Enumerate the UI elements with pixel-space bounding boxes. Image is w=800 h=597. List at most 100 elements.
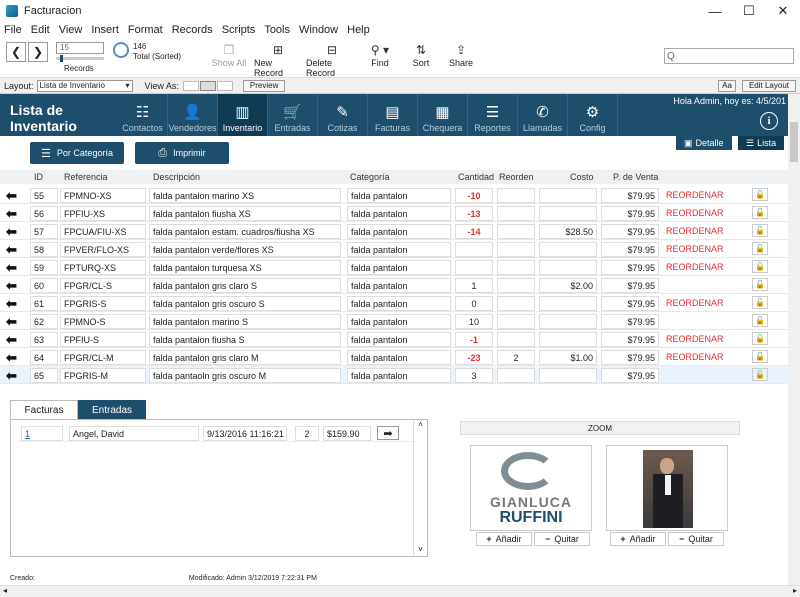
cell-qty[interactable]	[455, 242, 493, 257]
maximize-button[interactable]: ☐	[732, 0, 766, 22]
imprimir-button[interactable]: ⎙ Imprimir	[135, 142, 229, 164]
cell-costo[interactable]	[539, 368, 597, 383]
cell-precio[interactable]: $79.95	[601, 278, 659, 293]
nav-cotizas[interactable]: ✎ Cotizas	[318, 94, 368, 136]
cell-cat[interactable]: falda pantalon	[347, 224, 451, 239]
cell-ref[interactable]: FPGRIS-M	[60, 368, 146, 383]
search-input[interactable]: Q	[664, 48, 794, 64]
cell-qty[interactable]: -14	[455, 224, 493, 239]
preview-button[interactable]: Preview	[242, 79, 286, 92]
cell-precio[interactable]: $79.95	[601, 314, 659, 329]
new-record-button[interactable]: ⊞ New Record	[254, 42, 302, 78]
cell-costo[interactable]	[539, 188, 597, 203]
cell-reorden[interactable]	[497, 206, 535, 221]
scroll-thumb[interactable]	[790, 122, 798, 162]
cell-qty[interactable]: -1	[455, 332, 493, 347]
cell-id[interactable]: 63	[30, 332, 58, 347]
nav-inventario[interactable]: ▥ Inventario	[218, 94, 268, 136]
col-id[interactable]: ID	[34, 172, 43, 182]
cell-costo[interactable]	[539, 260, 597, 275]
cell-cat[interactable]: falda pantalon	[347, 242, 451, 257]
cell-costo[interactable]: $1.00	[539, 350, 597, 365]
cell-precio[interactable]: $79.95	[601, 350, 659, 365]
cell-id[interactable]: 59	[30, 260, 58, 275]
arrow-left-icon[interactable]: ⬅	[6, 188, 17, 204]
cell-desc[interactable]: falda pantalon fiusha XS	[149, 206, 341, 221]
close-button[interactable]: ✕	[766, 0, 800, 22]
layout-select[interactable]: Lista de Inventario ▾	[36, 79, 133, 92]
cell-precio[interactable]: $79.95	[601, 260, 659, 275]
cell-cat[interactable]: falda pantalon	[347, 188, 451, 203]
nav-entradas[interactable]: 🛒 Entradas	[268, 94, 318, 136]
cell-costo[interactable]	[539, 332, 597, 347]
cell-costo[interactable]	[539, 314, 597, 329]
table-view-icon[interactable]	[216, 80, 233, 91]
col-cantidad[interactable]: Cantidad	[458, 172, 494, 182]
arrow-left-icon[interactable]: ⬅	[6, 278, 17, 294]
find-button[interactable]: ⚲ ▾ Find	[366, 42, 394, 68]
cell-qty[interactable]	[455, 260, 493, 275]
arrow-left-icon[interactable]: ⬅	[6, 314, 17, 330]
cell-precio[interactable]: $79.95	[601, 206, 659, 221]
cell-qty[interactable]: 3	[455, 368, 493, 383]
cell-desc[interactable]: falda pantalon turquesa XS	[149, 260, 341, 275]
cell-id[interactable]: 61	[30, 296, 58, 311]
cell-precio[interactable]: $79.95	[601, 332, 659, 347]
cell-cat[interactable]: falda pantalon	[347, 368, 451, 383]
cell-reorden[interactable]: 2	[497, 350, 535, 365]
cell-qty[interactable]: -13	[455, 206, 493, 221]
cell-qty[interactable]: -10	[455, 188, 493, 203]
minimize-button[interactable]: —	[698, 0, 732, 22]
cell-cat[interactable]: falda pantalon	[347, 350, 451, 365]
cell-cat[interactable]: falda pantalon	[347, 296, 451, 311]
arrow-right-icon[interactable]: ➡	[377, 426, 399, 440]
cell-precio[interactable]: $79.95	[601, 188, 659, 203]
cell-cat[interactable]: falda pantalon	[347, 206, 451, 221]
cell-desc[interactable]: falda pantaoln gris oscuro M	[149, 368, 341, 383]
cell-ref[interactable]: FPGR/CL-S	[60, 278, 146, 293]
nav-reportes[interactable]: ☰ Reportes	[468, 94, 518, 136]
cell-cat[interactable]: falda pantalon	[347, 260, 451, 275]
cell-id[interactable]: 57	[30, 224, 58, 239]
cell-desc[interactable]: falda pantalon gris claro S	[149, 278, 341, 293]
show-all-button[interactable]: ❐ Show All	[210, 42, 248, 68]
cell-id[interactable]: 58	[30, 242, 58, 257]
arrow-left-icon[interactable]: ⬅	[6, 260, 17, 276]
unlock-icon[interactable]: 🔓	[752, 332, 768, 345]
cell-costo[interactable]	[539, 242, 597, 257]
cell-reorden[interactable]	[497, 188, 535, 203]
table-row[interactable]: ⬅ 55 FPMNO-XS falda pantalon marino XS falda…	[0, 186, 788, 204]
table-row[interactable]: ⬅ 59 FPTURQ-XS falda pantalon turquesa XS fa…	[0, 258, 788, 276]
record-number-input[interactable]: 15	[56, 42, 104, 54]
menu-format[interactable]: Format	[128, 24, 163, 36]
record-slider[interactable]	[56, 55, 104, 62]
table-row[interactable]: ⬅ 57 FPCUA/FIU-XS falda pantalon estam. cua…	[0, 222, 788, 240]
cell-desc[interactable]: falda pantalon gris claro M	[149, 350, 341, 365]
arrow-left-icon[interactable]: ⬅	[6, 224, 17, 240]
menu-tools[interactable]: Tools	[264, 24, 290, 36]
info-icon[interactable]: i	[760, 112, 778, 130]
table-row[interactable]: ⬅ 65 FPGRIS-M falda pantaoln gris oscuro M f…	[0, 366, 788, 384]
cell-ref[interactable]: FPFIU-S	[60, 332, 146, 347]
col-categoria[interactable]: Categoría	[350, 172, 390, 182]
tab-entradas[interactable]: Entradas	[78, 400, 146, 420]
menu-records[interactable]: Records	[172, 24, 213, 36]
menu-help[interactable]: Help	[347, 24, 370, 36]
menu-scripts[interactable]: Scripts	[222, 24, 256, 36]
arrow-left-icon[interactable]: ⬅	[6, 350, 17, 366]
col-reorden[interactable]: Reorden	[499, 172, 534, 182]
edit-layout-button[interactable]: Edit Layout	[741, 79, 796, 92]
cell-ref[interactable]: FPMNO-S	[60, 314, 146, 329]
cell-qty[interactable]: 0	[455, 296, 493, 311]
tab-facturas[interactable]: Facturas	[10, 400, 78, 420]
cell-ref[interactable]: FPMNO-XS	[60, 188, 146, 203]
vertical-scrollbar[interactable]	[788, 94, 800, 585]
arrow-left-icon[interactable]: ⬅	[6, 332, 17, 348]
cell-desc[interactable]: falda pantalon marino S	[149, 314, 341, 329]
unlock-icon[interactable]: 🔓	[752, 350, 768, 363]
cell-reorden[interactable]	[497, 332, 535, 347]
arrow-left-icon[interactable]: ⬅	[6, 206, 17, 222]
form-view-icon[interactable]	[182, 80, 199, 91]
lista-button[interactable]: ☰ Lista	[738, 136, 785, 150]
cell-ref[interactable]: FPVER/FLO-XS	[60, 242, 146, 257]
